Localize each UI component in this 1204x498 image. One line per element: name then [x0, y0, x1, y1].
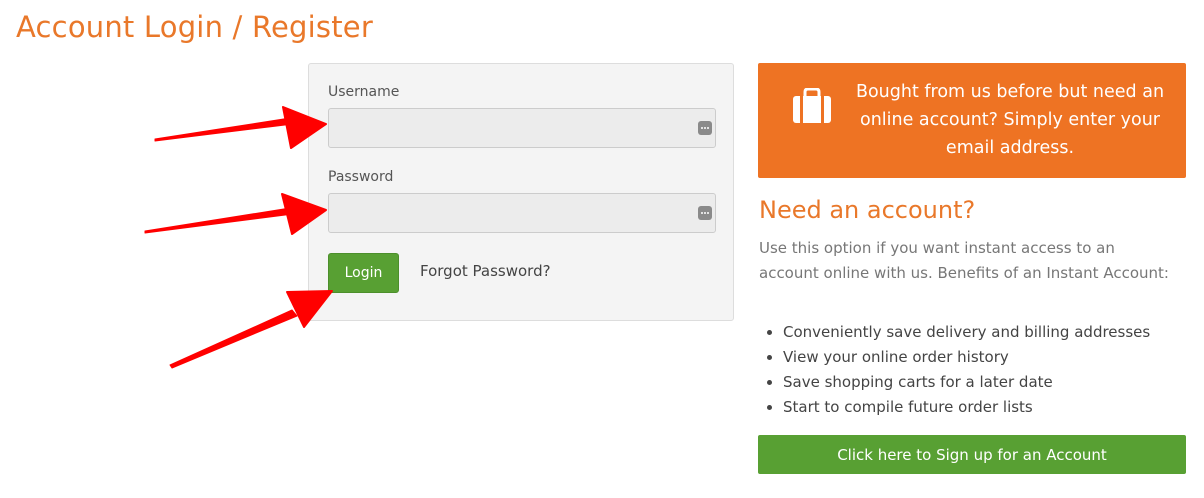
password-manager-icon[interactable] — [698, 121, 712, 135]
arrow-to-username — [154, 106, 327, 149]
banner-text: Bought from us before but need an online… — [855, 82, 1165, 158]
page-title: Account Login / Register — [16, 10, 373, 44]
benefits-list: Conveniently save delivery and billing a… — [759, 320, 1189, 420]
list-item: Save shopping carts for a later date — [783, 370, 1189, 395]
username-label: Username — [328, 84, 400, 100]
password-manager-icon[interactable] — [698, 206, 712, 220]
arrow-to-password — [144, 193, 327, 235]
existing-customer-banner[interactable]: Bought from us before but need an online… — [758, 63, 1186, 178]
username-field[interactable] — [328, 108, 716, 148]
register-description: Use this option if you want instant acce… — [759, 239, 1169, 282]
password-label: Password — [328, 169, 394, 185]
briefcase-icon — [793, 88, 831, 123]
login-panel: Username Password Login Forgot Password? — [308, 63, 734, 321]
username-input[interactable] — [329, 109, 715, 147]
password-field[interactable] — [328, 193, 716, 233]
login-register-page: Account Login / Register Username Passwo… — [0, 0, 1204, 498]
list-item: View your online order history — [783, 345, 1189, 370]
list-item: Conveniently save delivery and billing a… — [783, 320, 1189, 345]
password-input[interactable] — [329, 194, 715, 232]
register-heading: Need an account? — [759, 196, 976, 224]
forgot-password-link[interactable]: Forgot Password? — [420, 262, 551, 280]
list-item: Start to compile future order lists — [783, 395, 1189, 420]
signup-button[interactable]: Click here to Sign up for an Account — [758, 435, 1186, 474]
login-button[interactable]: Login — [328, 253, 399, 293]
